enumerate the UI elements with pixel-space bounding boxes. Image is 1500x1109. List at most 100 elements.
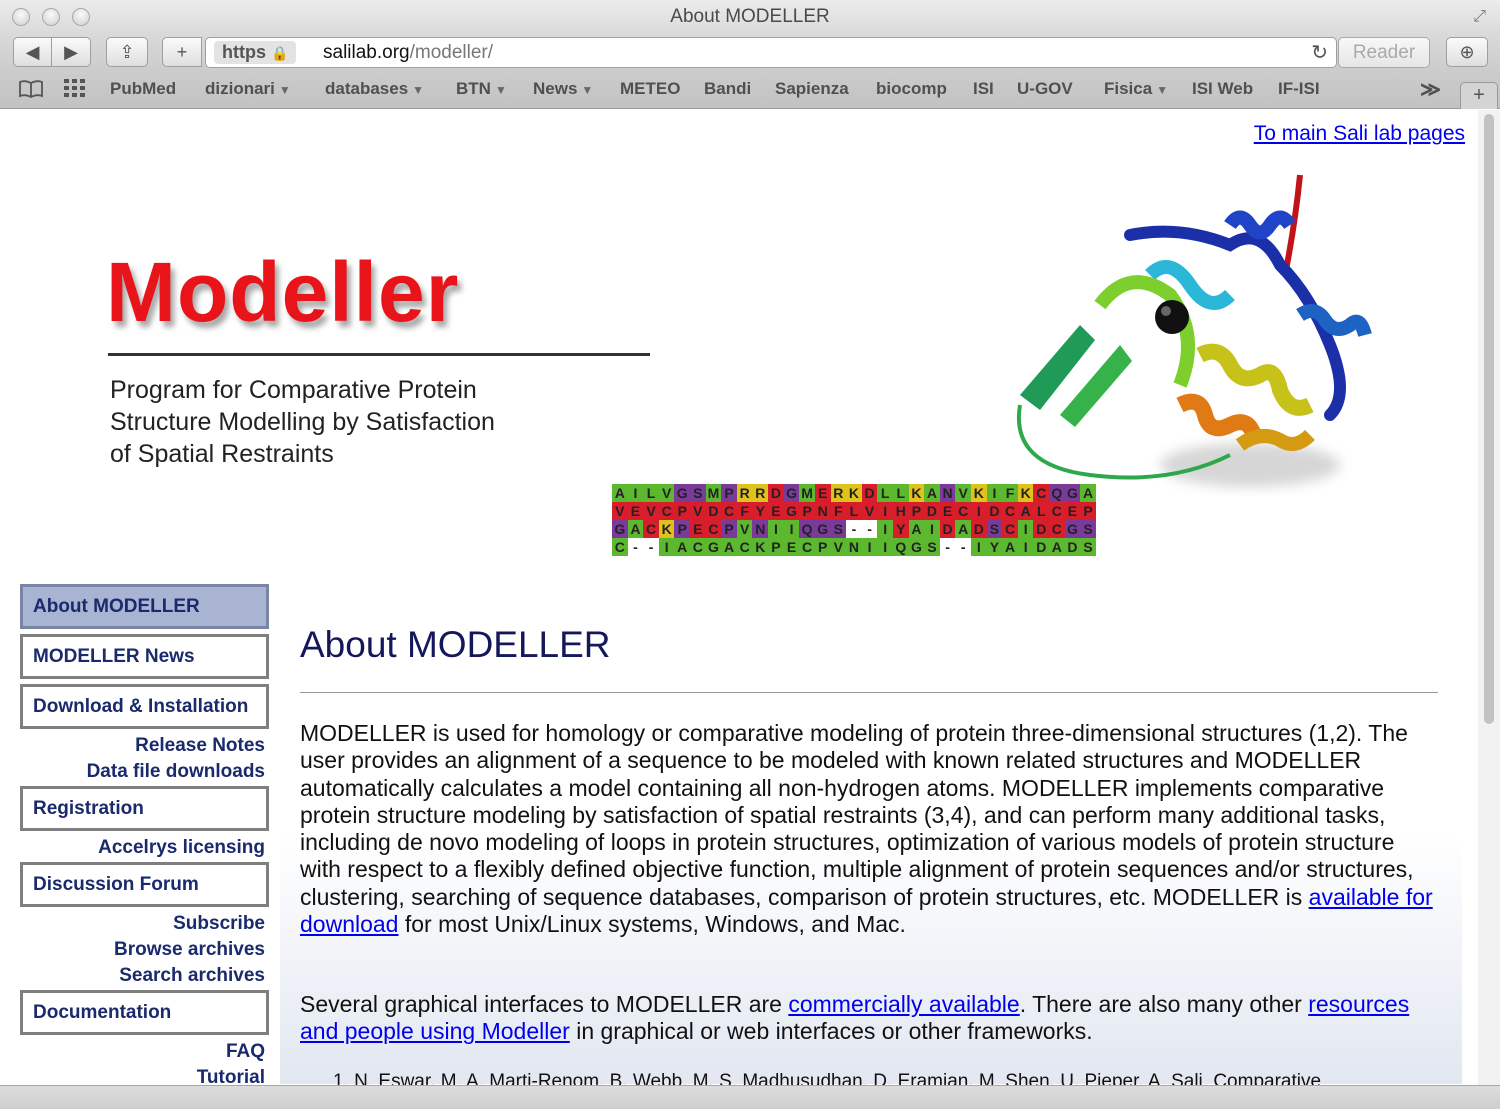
alignment-residue: P — [674, 520, 691, 538]
bookmark-u-gov[interactable]: U-GOV — [1017, 79, 1073, 99]
alignment-residue: C — [690, 538, 706, 556]
alignment-residue: A — [674, 538, 691, 556]
alignment-residue: I — [1017, 520, 1034, 538]
alignment-residue: Y — [986, 538, 1003, 556]
title-bar: About MODELLER ⤢ — [0, 0, 1500, 36]
nav-about-modeller[interactable]: About MODELLER — [20, 584, 269, 629]
alignment-residue: L — [892, 484, 909, 502]
bookmark-biocomp[interactable]: biocomp — [876, 79, 947, 99]
share-button[interactable]: ⇪ — [106, 37, 148, 67]
alignment-residue: A — [627, 520, 644, 538]
back-button[interactable]: ◀ — [13, 37, 52, 67]
nav-registration[interactable]: Registration — [20, 786, 269, 831]
alignment-residue: - — [643, 538, 659, 556]
nav-browse-archives[interactable]: Browse archives — [114, 939, 265, 961]
status-bar — [0, 1085, 1500, 1109]
alignment-residue: H — [892, 502, 909, 520]
plus-icon: + — [176, 42, 188, 62]
alignment-residue: A — [612, 484, 628, 502]
alignment-residue: A — [721, 538, 737, 556]
nav-subscribe[interactable]: Subscribe — [173, 913, 265, 935]
alignment-residue: D — [939, 520, 956, 538]
alignment-residue: - — [861, 520, 878, 538]
nav-data-file-downloads[interactable]: Data file downloads — [87, 761, 265, 783]
alignment-row: C--IACGACKPECPVNIIQGS--IYAIDADS — [612, 538, 1096, 556]
overflow-chevron-icon[interactable]: ≫ — [1420, 77, 1441, 102]
bookmark-isi-web[interactable]: ISI Web — [1192, 79, 1253, 99]
bookmark-pubmed[interactable]: PubMed — [110, 79, 176, 99]
new-tab-button[interactable]: + — [1460, 82, 1498, 109]
alignment-residue: D — [971, 520, 987, 538]
top-sites-icon[interactable] — [64, 79, 86, 103]
alignment-residue: I — [861, 538, 878, 556]
intro-paragraph: MODELLER is used for homology or compara… — [300, 720, 1433, 938]
alignment-residue: R — [736, 484, 753, 502]
url-scheme-badge: https 🔒 — [214, 41, 297, 64]
main-sali-lab-link[interactable]: To main Sali lab pages — [1254, 122, 1465, 146]
browser-toolbar: ◀ ▶ ⇪ + https 🔒 salilab.org/modeller/ ↻ … — [0, 36, 1500, 74]
alignment-residue: K — [846, 484, 862, 502]
modeller-logo-text: Modeller — [106, 245, 460, 339]
alignment-residue: L — [877, 484, 893, 502]
downloads-button[interactable]: ⊕ — [1446, 37, 1488, 67]
chevron-down-icon: ▼ — [278, 83, 291, 97]
bookmark-fisica[interactable]: Fisica ▼ — [1104, 79, 1168, 99]
alignment-residue: P — [721, 484, 737, 502]
nav-faq[interactable]: FAQ — [226, 1041, 265, 1063]
nav-release-notes[interactable]: Release Notes — [135, 735, 265, 757]
alignment-residue: K — [658, 520, 675, 538]
bookmark-news[interactable]: News ▼ — [533, 79, 593, 99]
alignment-residue: N — [814, 502, 831, 520]
plus-icon: + — [1473, 84, 1485, 106]
back-icon: ◀ — [25, 42, 40, 62]
forward-button[interactable]: ▶ — [51, 37, 91, 67]
alignment-residue: S — [1080, 538, 1096, 556]
chevron-down-icon: ▼ — [412, 83, 425, 97]
alignment-residue: A — [955, 520, 972, 538]
alignment-residue: E — [939, 502, 956, 520]
reader-button[interactable]: Reader — [1338, 37, 1430, 68]
nav-download-installation[interactable]: Download & Installation — [20, 684, 269, 729]
alignment-residue: V — [690, 502, 706, 520]
alignment-residue: - — [939, 538, 956, 556]
fullscreen-icon[interactable]: ⤢ — [1473, 8, 1486, 26]
forward-icon: ▶ — [64, 42, 78, 62]
url-path: /modeller/ — [409, 42, 494, 63]
alignment-residue: C — [658, 502, 675, 520]
alignment-residue: A — [908, 520, 925, 538]
bookmark-bandi[interactable]: Bandi — [704, 79, 751, 99]
address-bar[interactable]: https 🔒 salilab.org/modeller/ ↻ — [205, 37, 1337, 68]
bookmark-if-isi[interactable]: IF-ISI — [1278, 79, 1320, 99]
reload-icon[interactable]: ↻ — [1311, 40, 1328, 65]
alignment-residue: S — [986, 520, 1003, 538]
add-bookmark-button[interactable]: + — [162, 37, 202, 67]
alignment-residue: A — [1002, 538, 1018, 556]
alignment-residue: P — [768, 538, 784, 556]
commercially-available-link[interactable]: commercially available — [788, 991, 1019, 1017]
nav-accelrys-licensing[interactable]: Accelrys licensing — [98, 837, 265, 859]
alignment-residue: I — [877, 502, 893, 520]
alignment-residue: A — [1049, 538, 1065, 556]
alignment-row: GACKPECPVNIIQGS--IYAIDADSCIDCGS — [612, 520, 1096, 538]
url-text[interactable]: salilab.org/modeller/ — [323, 42, 493, 64]
nav-modeller-news[interactable]: MODELLER News — [20, 634, 269, 679]
bookmark-dizionari[interactable]: dizionari ▼ — [205, 79, 291, 99]
alignment-residue: S — [690, 484, 706, 502]
download-icon: ⊕ — [1459, 42, 1475, 62]
chevron-down-icon: ▼ — [1156, 83, 1169, 97]
scrollbar-thumb[interactable] — [1484, 114, 1494, 724]
bookmark-btn[interactable]: BTN ▼ — [456, 79, 507, 99]
nav-discussion-forum[interactable]: Discussion Forum — [20, 862, 269, 907]
nav-search-archives[interactable]: Search archives — [119, 965, 265, 987]
reading-list-icon[interactable] — [18, 79, 44, 105]
nav-documentation[interactable]: Documentation — [20, 990, 269, 1035]
url-host: salilab.org — [323, 42, 410, 63]
alignment-residue: D — [768, 484, 784, 502]
bookmark-databases[interactable]: databases ▼ — [325, 79, 424, 99]
bookmark-isi[interactable]: ISI — [973, 79, 994, 99]
alignment-residue: P — [908, 502, 925, 520]
alignment-residue: I — [971, 538, 987, 556]
bookmark-sapienza[interactable]: Sapienza — [775, 79, 849, 99]
alignment-residue: C — [736, 538, 753, 556]
bookmark-meteo[interactable]: METEO — [620, 79, 680, 99]
